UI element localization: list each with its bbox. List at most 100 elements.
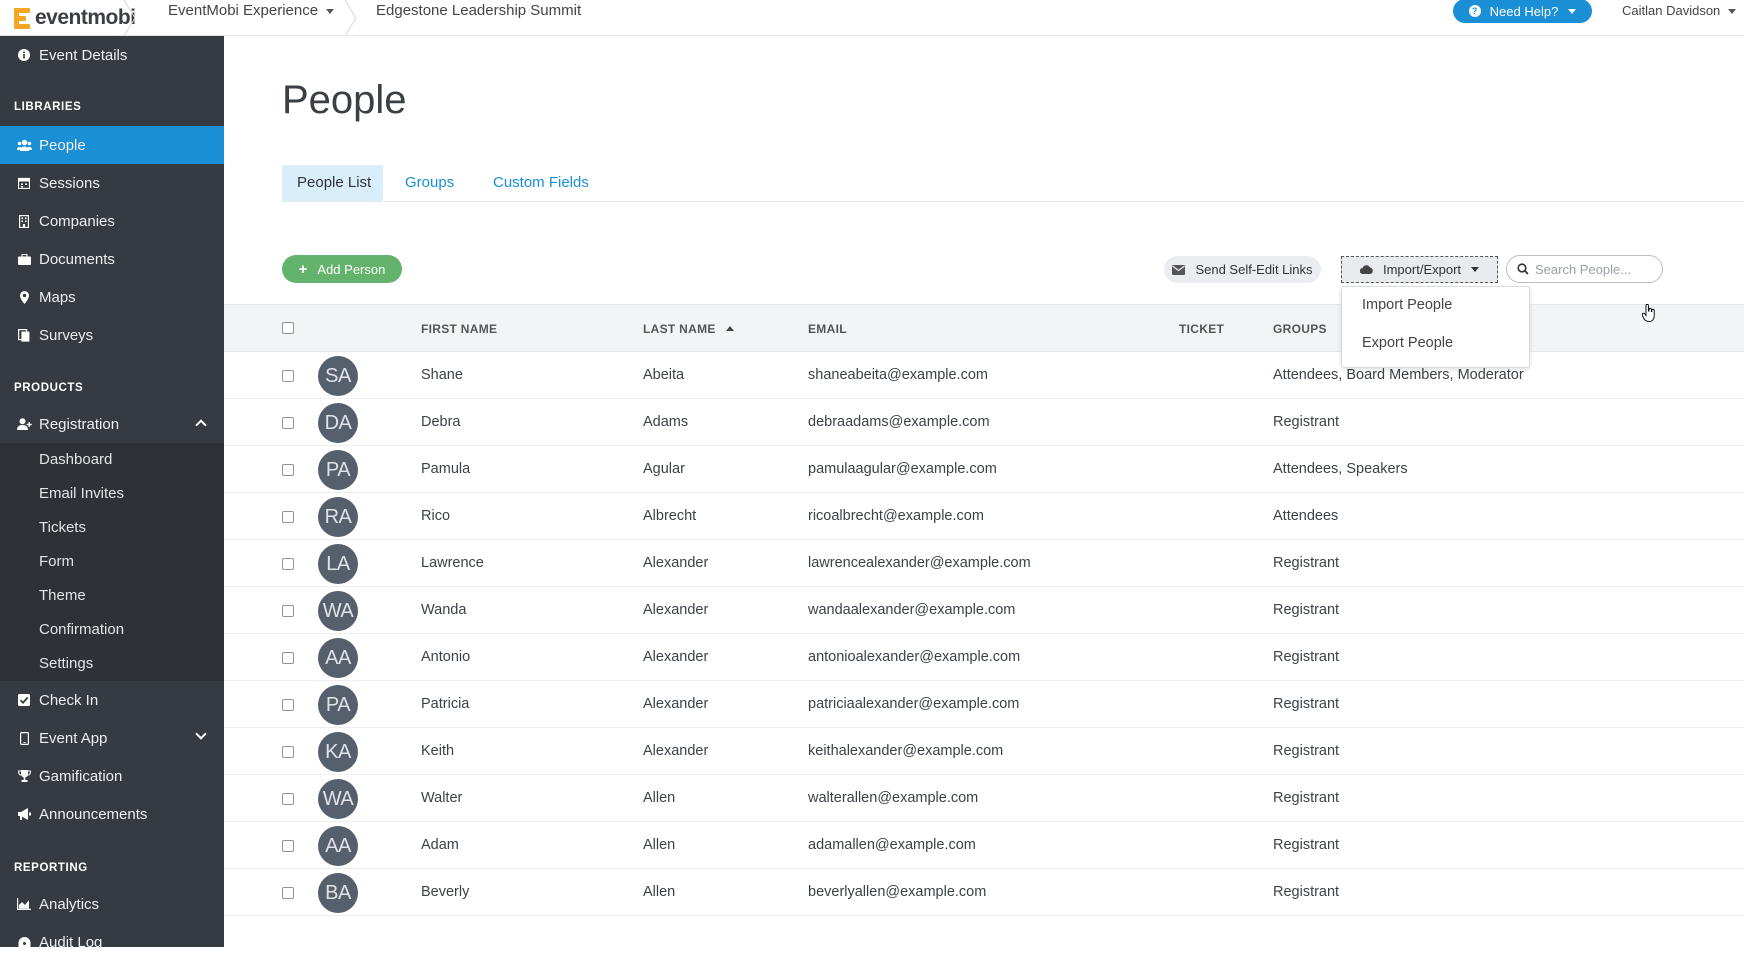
sidebar-subitem-form[interactable]: Form [0,545,224,579]
row-checkbox[interactable] [282,840,294,852]
select-all-checkbox[interactable] [282,322,294,334]
table-row[interactable]: DA Debra Adams debraadams@example.com Regist… [224,399,1744,446]
sidebar-item-people[interactable]: People [0,126,224,164]
product-switcher[interactable]: EventMobi Experience [168,0,335,36]
info-icon [16,49,32,61]
section-reporting: REPORTING [14,862,88,874]
table-row[interactable]: WA Wanda Alexander wandaalexander@example.c… [224,587,1744,634]
plus-icon: + [298,260,308,278]
search-input[interactable] [1535,261,1653,277]
logo-text: eventmobi [35,6,136,29]
need-help-button[interactable]: ? Need Help? [1453,0,1592,23]
sidebar-item-sessions[interactable]: Sessions [0,164,224,202]
row-checkbox[interactable] [282,887,294,899]
page-title: People [282,78,407,122]
email-cell: pamulaagular@example.com [808,461,997,477]
last-name-cell: Abeita [643,367,685,383]
sidebar-subitem-confirmation[interactable]: Confirmation [0,613,224,647]
row-checkbox[interactable] [282,511,294,523]
chevron-down-icon[interactable] [195,728,207,740]
table-row[interactable]: WA Walter Allen walterallen@example.com Regi… [224,775,1744,822]
email-cell: debraadams@example.com [808,414,990,430]
row-checkbox[interactable] [282,605,294,617]
chevron-up-icon[interactable] [195,419,207,431]
groups-cell: Registrant [1273,555,1340,571]
send-self-edit-links-button[interactable]: Send Self-Edit Links [1164,256,1321,283]
column-email[interactable]: EMAIL [808,322,847,336]
sidebar-item-surveys[interactable]: Surveys [0,316,224,354]
menu-item-import-people[interactable]: Import People [1362,297,1452,313]
chevron-down-icon [326,8,335,14]
user-menu[interactable]: Caitlan Davidson [1622,3,1737,18]
sidebar-subitem-theme[interactable]: Theme [0,579,224,613]
groups-cell: Registrant [1273,414,1340,430]
groups-cell: Registrant [1273,602,1340,618]
column-ticket[interactable]: TICKET [1179,322,1224,336]
sidebar-item-label: Event App [39,729,108,747]
sidebar-subitem-tickets[interactable]: Tickets [0,511,224,545]
sidebar-item-check-in[interactable]: Check In [0,681,224,719]
email-cell: shaneabeita@example.com [808,367,988,383]
event-name[interactable]: Edgestone Leadership Summit [376,0,581,36]
first-name-cell: Pamula [421,461,471,477]
row-checkbox[interactable] [282,370,294,382]
menu-item-export-people[interactable]: Export People [1362,335,1453,351]
groups-cell: Registrant [1273,790,1340,806]
table-row[interactable]: AA Adam Allen adamallen@example.com Registra… [224,822,1744,869]
sidebar-item-label: Announcements [39,805,148,823]
sidebar-subitem-email-invites[interactable]: Email Invites [0,477,224,511]
tab-groups[interactable]: Groups [390,165,469,201]
sidebar-subitem-settings[interactable]: Settings [0,647,224,681]
import-export-button[interactable]: Import/Export [1341,256,1498,283]
map-marker-icon [16,290,32,304]
row-checkbox[interactable] [282,417,294,429]
column-last-name[interactable]: LAST NAME [643,322,734,336]
sidebar-item-event-details[interactable]: Event Details [0,36,224,74]
tab-people-list[interactable]: People List [282,165,383,201]
column-first-name[interactable]: FIRST NAME [421,322,497,336]
row-checkbox[interactable] [282,746,294,758]
sidebar-item-label: Surveys [39,326,94,344]
breadcrumb-separator [344,0,358,36]
email-cell: walterallen@example.com [808,790,979,806]
groups-cell: Attendees, Board Members, Moderator [1273,367,1524,383]
add-person-button[interactable]: + Add Person [282,255,402,283]
row-checkbox[interactable] [282,699,294,711]
last-name-cell: Alexander [643,696,709,712]
sidebar-item-maps[interactable]: Maps [0,278,224,316]
sidebar-subitem-dashboard[interactable]: Dashboard [0,443,224,477]
sidebar-item-announcements[interactable]: Announcements [0,795,224,833]
sidebar-item-label: Gamification [39,767,123,785]
search-people-field[interactable] [1506,255,1663,283]
table-row[interactable]: RA Rico Albrecht ricoalbrecht@example.com At… [224,493,1744,540]
row-checkbox[interactable] [282,558,294,570]
sidebar-item-registration[interactable]: Registration [0,405,224,443]
table-row[interactable]: KA Keith Alexander keithalexander@example.c… [224,728,1744,775]
bullhorn-icon [16,808,32,820]
table-row[interactable]: AA Antonio Alexander antonioalexander@examp… [224,634,1744,681]
row-checkbox[interactable] [282,652,294,664]
sidebar-item-event-app[interactable]: Event App [0,719,224,757]
table-row[interactable]: LA Lawrence Alexander lawrencealexander@exa… [224,540,1744,587]
sidebar-item-label: Maps [39,288,76,306]
sidebar-item-gamification[interactable]: Gamification [0,757,224,795]
column-groups[interactable]: GROUPS [1273,322,1327,336]
section-products: PRODUCTS [14,382,84,394]
first-name-cell: Lawrence [421,555,484,571]
eventmobi-logo[interactable]: eventmobi [14,4,136,32]
groups-cell: Attendees, Speakers [1273,461,1408,477]
table-row[interactable]: PA Patricia Alexander patriciaalexander@exa… [224,681,1744,728]
tab-custom-fields[interactable]: Custom Fields [478,165,604,201]
last-name-cell: Allen [643,790,676,806]
first-name-cell: Walter [421,790,463,806]
sidebar-item-companies[interactable]: Companies [0,202,224,240]
sidebar-item-audit-log[interactable]: Audit Log [0,923,224,961]
sidebar-item-analytics[interactable]: Analytics [0,885,224,923]
row-checkbox[interactable] [282,464,294,476]
table-row[interactable]: BA Beverly Allen beverlyallen@example.com Re… [224,869,1744,916]
add-person-label: Add Person [317,261,386,277]
row-checkbox[interactable] [282,793,294,805]
avatar: LA [318,544,358,584]
table-row[interactable]: PA Pamula Agular pamulaagular@example.com At… [224,446,1744,493]
sidebar-item-documents[interactable]: Documents [0,240,224,278]
